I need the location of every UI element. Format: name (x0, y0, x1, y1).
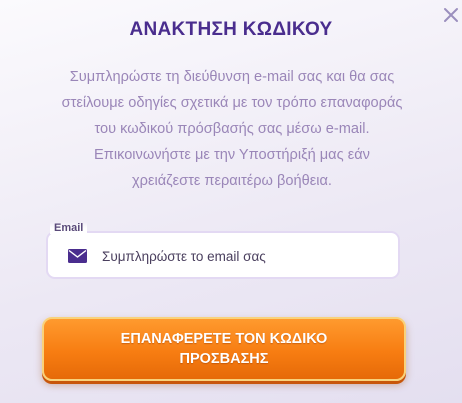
email-input[interactable] (100, 233, 394, 279)
modal-title: ΑΝΑΚΤΗΣΗ ΚΩΔΙΚΟΥ (129, 19, 333, 40)
reset-password-button-label: ΕΠΑΝΑΦΕΡΕΤΕ ΤΟΝ ΚΩΔΙΚΟ ΠΡΟΣΒΑΣΗΣ (120, 331, 328, 367)
close-icon[interactable] (440, 4, 462, 26)
reset-password-button[interactable]: ΕΠΑΝΑΦΕΡΕΤΕ ΤΟΝ ΚΩΔΙΚΟ ΠΡΟΣΒΑΣΗΣ (42, 317, 406, 381)
email-field[interactable] (46, 231, 400, 279)
email-label: Email (50, 222, 88, 234)
instructions-text: Συμπληρώστε τη διεύθυνση e-mail σας και … (61, 69, 403, 189)
envelope-icon (68, 249, 87, 263)
